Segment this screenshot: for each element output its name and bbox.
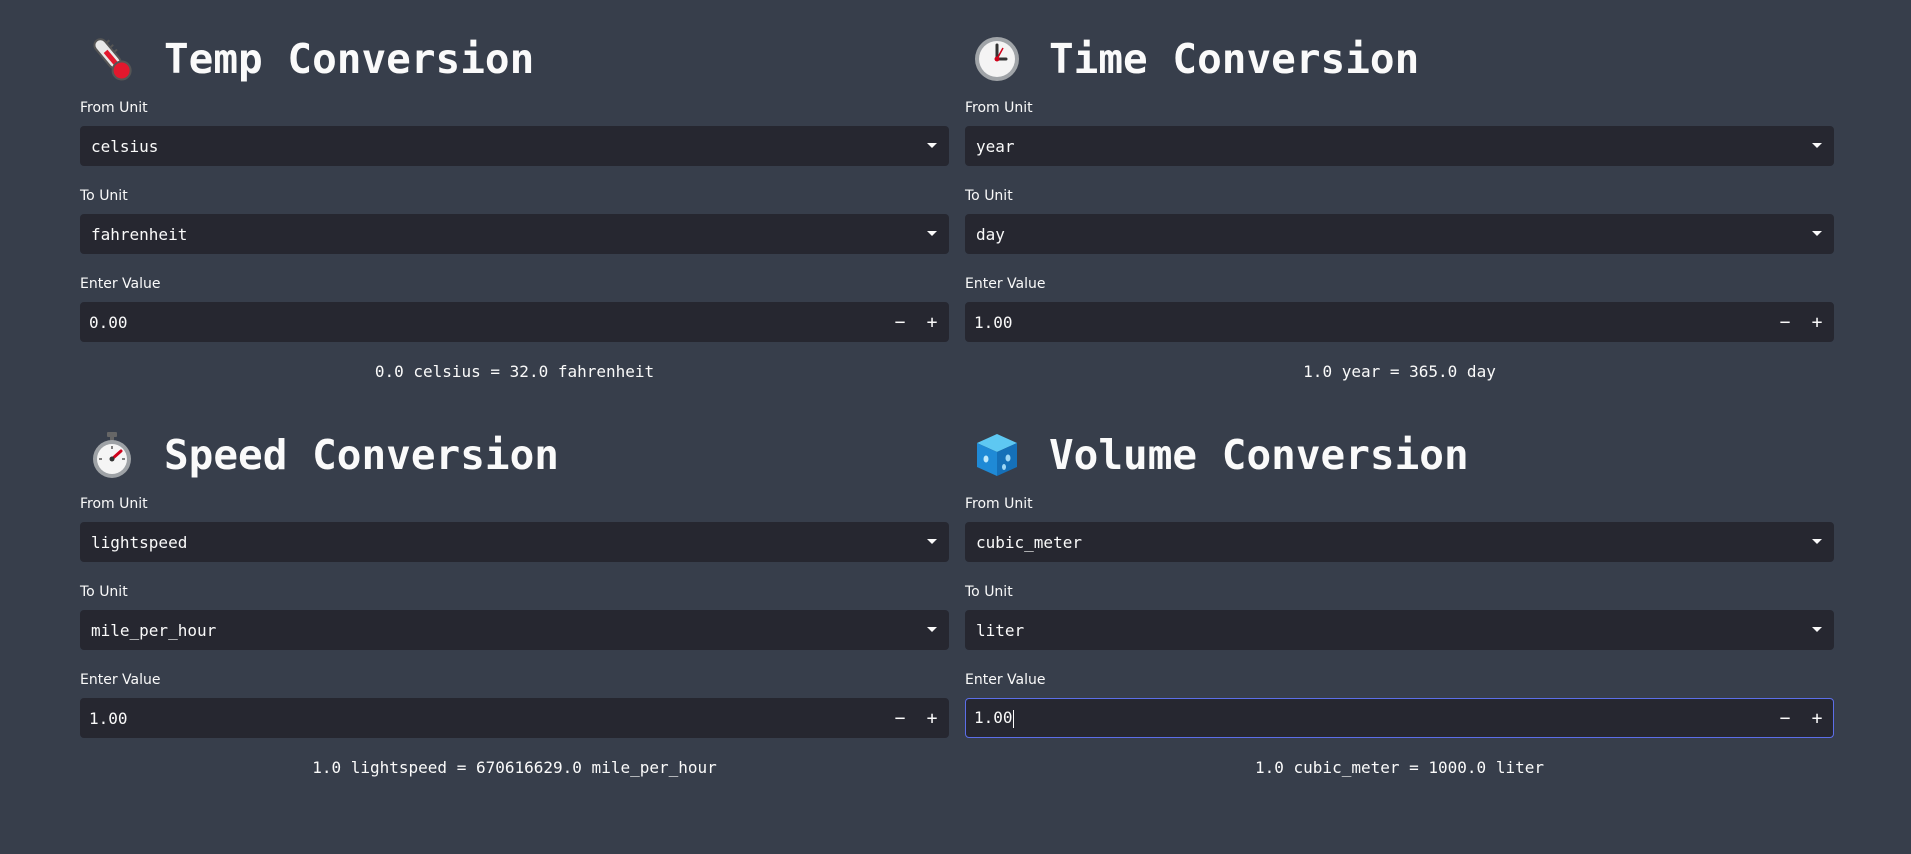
value-number-input[interactable]: 0.00 − +: [80, 302, 949, 342]
chevron-down-icon: [927, 143, 937, 148]
text-cursor: [1012, 709, 1014, 728]
value-number-input[interactable]: 1.00 − +: [965, 698, 1834, 738]
to-unit-select[interactable]: mile_per_hour: [80, 610, 949, 650]
chevron-down-icon: [1812, 143, 1822, 148]
enter-value-label: Enter Value: [80, 276, 161, 292]
enter-value-label: Enter Value: [80, 672, 161, 688]
chevron-down-icon: [1812, 231, 1822, 236]
to-unit-value: day: [976, 224, 1005, 244]
card-title: Temp Conversion: [164, 35, 535, 83]
conversion-result: 0.0 celsius = 32.0 fahrenheit: [374, 362, 655, 381]
card-title: Volume Conversion: [1049, 431, 1469, 479]
value-input-text[interactable]: 1.00: [966, 313, 1769, 332]
to-unit-label: To Unit: [965, 188, 1013, 204]
chevron-down-icon: [1812, 627, 1822, 632]
chevron-down-icon: [1812, 539, 1822, 544]
conversion-result: 1.0 year = 365.0 day: [1303, 362, 1496, 381]
to-unit-value: liter: [976, 620, 1025, 640]
thermometer-icon: [82, 29, 142, 89]
decrement-button[interactable]: −: [1769, 303, 1801, 341]
chevron-down-icon: [927, 231, 937, 236]
time-conversion-card: Time Conversion From Unit year To Unit d…: [965, 0, 1834, 396]
value-input-text[interactable]: 0.00: [81, 313, 884, 332]
card-title: Time Conversion: [1049, 35, 1420, 83]
decrement-button[interactable]: −: [1769, 699, 1801, 737]
from-unit-value: cubic_meter: [976, 532, 1082, 552]
to-unit-label: To Unit: [965, 584, 1013, 600]
from-unit-value: celsius: [91, 136, 159, 156]
from-unit-value: lightspeed: [91, 532, 188, 552]
decrement-button[interactable]: −: [884, 303, 916, 341]
to-unit-select[interactable]: day: [965, 214, 1834, 254]
converter-grid: Temp Conversion From Unit celsius To Uni…: [80, 0, 1834, 792]
volume-conversion-card: Volume Conversion From Unit cubic_meter …: [965, 396, 1834, 792]
from-unit-label: From Unit: [80, 496, 148, 512]
to-unit-label: To Unit: [80, 188, 128, 204]
chevron-down-icon: [927, 627, 937, 632]
increment-button[interactable]: +: [1801, 303, 1833, 341]
to-unit-value: fahrenheit: [91, 224, 188, 244]
speed-conversion-card: Speed Conversion From Unit lightspeed To…: [80, 396, 949, 792]
from-unit-value: year: [976, 136, 1015, 156]
value-text: 1.00: [974, 708, 1013, 728]
value-input-text[interactable]: 1.00: [966, 708, 1769, 728]
from-unit-label: From Unit: [965, 100, 1033, 116]
value-number-input[interactable]: 1.00 − +: [80, 698, 949, 738]
decrement-button[interactable]: −: [884, 699, 916, 737]
conversion-result: 1.0 lightspeed = 670616629.0 mile_per_ho…: [312, 758, 717, 777]
value-input-text[interactable]: 1.00: [81, 709, 884, 728]
card-header: Speed Conversion: [80, 424, 949, 486]
to-unit-select[interactable]: liter: [965, 610, 1834, 650]
from-unit-select[interactable]: celsius: [80, 126, 949, 166]
to-unit-label: To Unit: [80, 584, 128, 600]
to-unit-select[interactable]: fahrenheit: [80, 214, 949, 254]
from-unit-label: From Unit: [965, 496, 1033, 512]
card-title: Speed Conversion: [164, 431, 559, 479]
conversion-result: 1.0 cubic_meter = 1000.0 liter: [1255, 758, 1544, 777]
card-header: Volume Conversion: [965, 424, 1834, 486]
value-number-input[interactable]: 1.00 − +: [965, 302, 1834, 342]
from-unit-select[interactable]: cubic_meter: [965, 522, 1834, 562]
stopwatch-icon: [82, 425, 142, 485]
to-unit-value: mile_per_hour: [91, 620, 217, 640]
card-header: Temp Conversion: [80, 28, 949, 90]
increment-button[interactable]: +: [1801, 699, 1833, 737]
card-header: Time Conversion: [965, 28, 1834, 90]
clock-icon: [967, 29, 1027, 89]
enter-value-label: Enter Value: [965, 276, 1046, 292]
from-unit-select[interactable]: lightspeed: [80, 522, 949, 562]
chevron-down-icon: [927, 539, 937, 544]
temp-conversion-card: Temp Conversion From Unit celsius To Uni…: [80, 0, 949, 396]
increment-button[interactable]: +: [916, 303, 948, 341]
increment-button[interactable]: +: [916, 699, 948, 737]
ice-cube-icon: [967, 425, 1027, 485]
enter-value-label: Enter Value: [965, 672, 1046, 688]
from-unit-select[interactable]: year: [965, 126, 1834, 166]
from-unit-label: From Unit: [80, 100, 148, 116]
